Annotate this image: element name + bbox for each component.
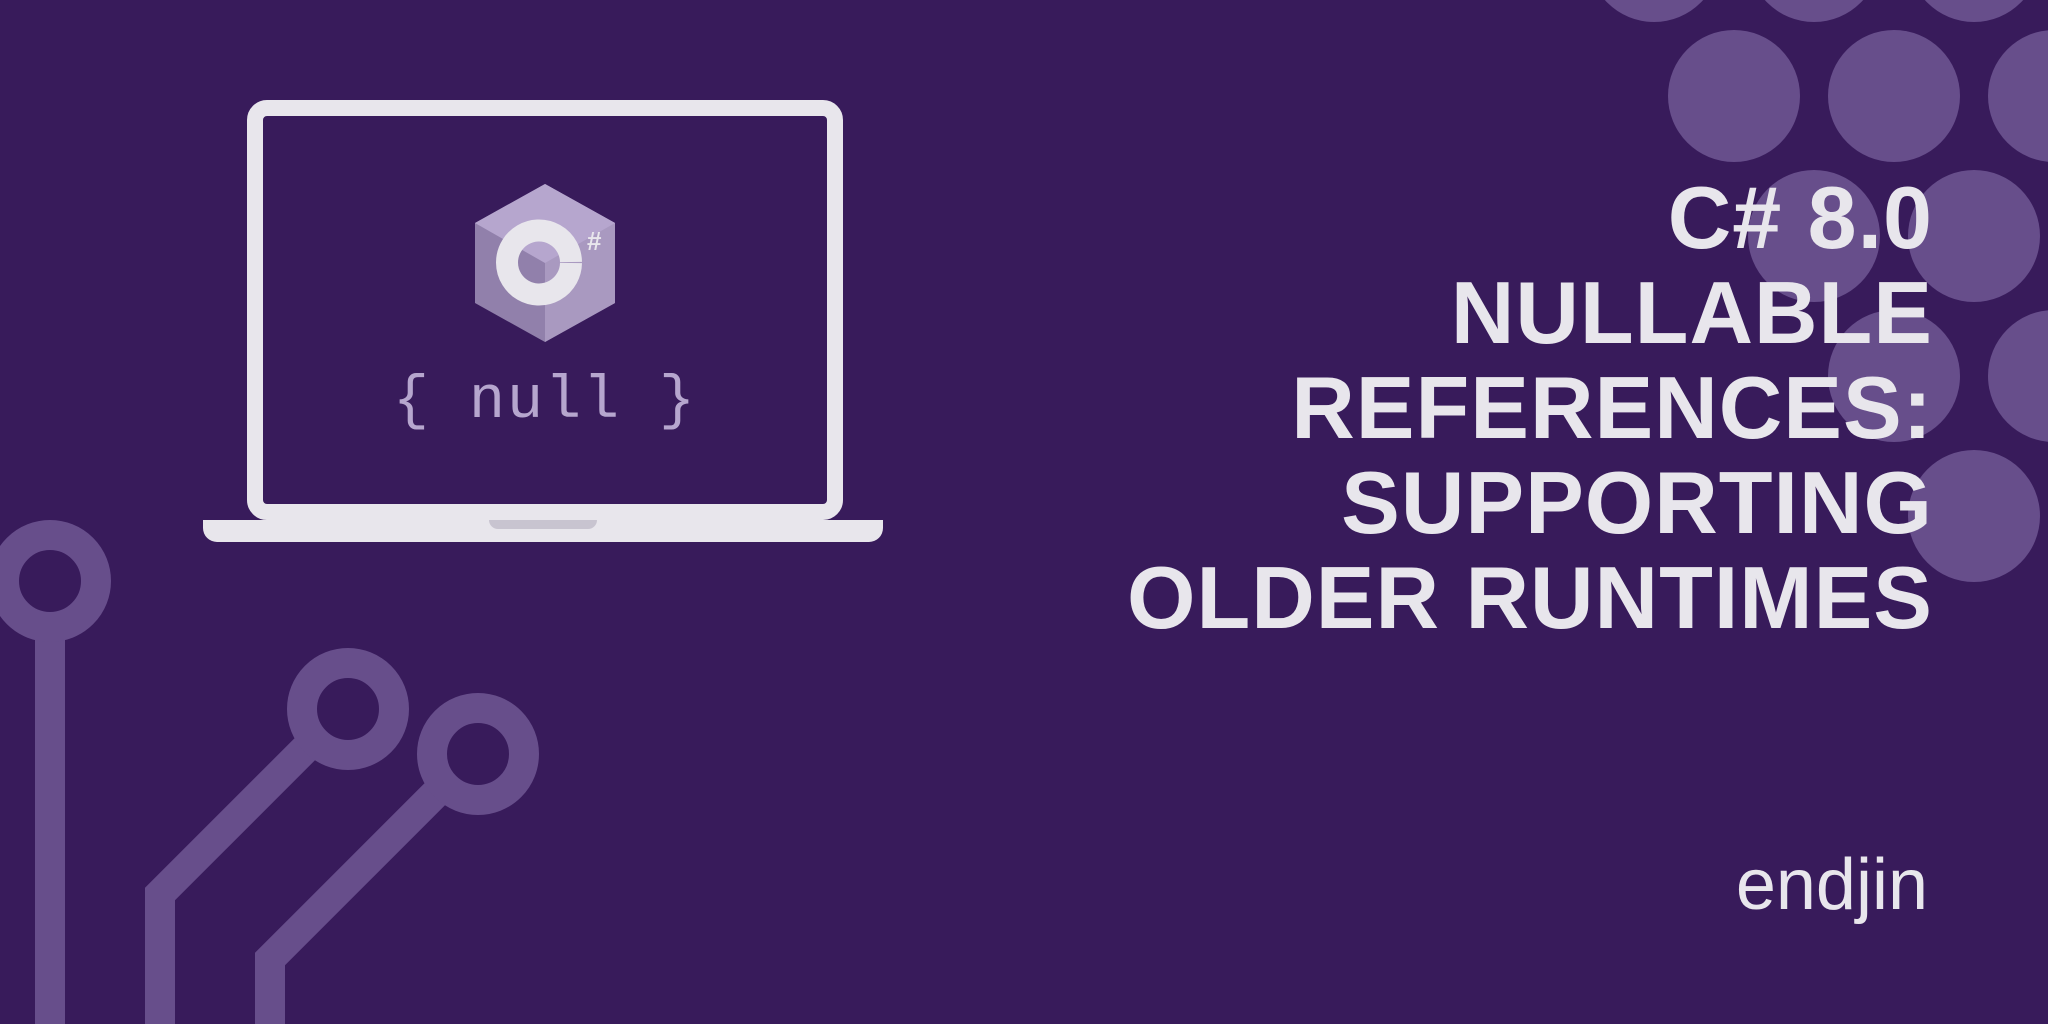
- null-text: { null }: [393, 368, 697, 436]
- laptop-base: [203, 520, 883, 542]
- title-line-5: OLDER RUNTIMES: [1127, 550, 1933, 645]
- title-line-2: NULLABLE: [1127, 265, 1933, 360]
- csharp-logo: #: [475, 184, 615, 342]
- brand-logo: endjin: [1736, 844, 1928, 926]
- article-title: C# 8.0 NULLABLE REFERENCES: SUPPORTING O…: [1127, 170, 1933, 645]
- title-line-4: SUPPORTING: [1127, 455, 1933, 550]
- laptop-screen: # { null }: [247, 100, 843, 520]
- laptop-illustration: # { null }: [235, 100, 855, 542]
- title-line-3: REFERENCES:: [1127, 360, 1933, 455]
- title-line-1: C# 8.0: [1127, 170, 1933, 265]
- svg-text:#: #: [587, 226, 602, 256]
